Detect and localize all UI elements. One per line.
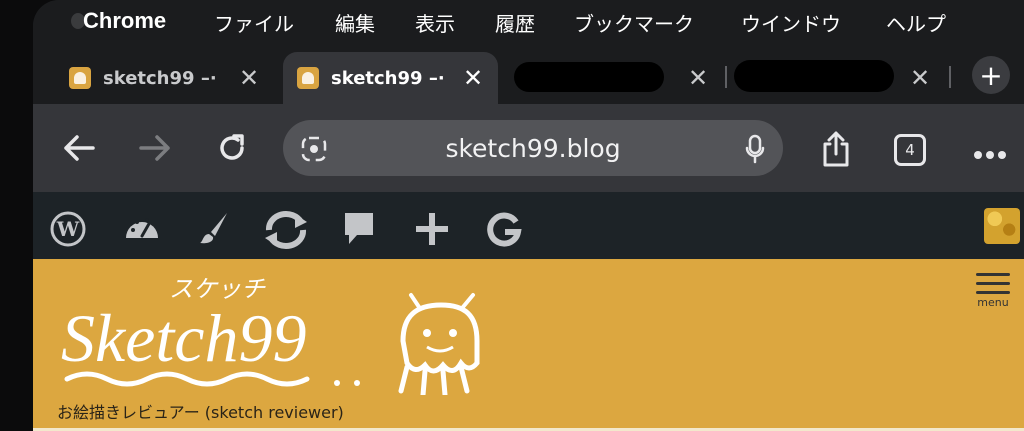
browser-window: Chrome ファイル 編集 表示 履歴 ブックマーク ウインドウ ヘルプ sk… [33,0,1024,431]
logo-text: Sketch99 [61,300,306,376]
hamburger-icon-bar [976,291,1010,294]
tab-separator [725,66,727,88]
microphone-icon[interactable] [745,134,765,170]
tab-redacted-2[interactable]: ✕ [728,52,968,104]
address-bar[interactable]: sketch99.blog [283,120,783,176]
site-header: スケッチ Sketch99 お絵描きレビュアー (sketch reviewer… [33,259,1024,431]
site-tagline: お絵描きレビュアー (sketch reviewer) [57,403,344,422]
share-icon[interactable] [820,130,852,174]
menu-history[interactable]: 履歴 [495,8,535,37]
jellyfish-mascot-icon [398,293,480,395]
menu-label: menu [977,296,1009,309]
wordpress-icon[interactable]: W [49,210,87,252]
svg-text:W: W [56,217,80,241]
url-text: sketch99.blog [445,134,621,163]
new-tab-button[interactable]: + [972,56,1010,94]
tab-close-icon[interactable]: ✕ [688,64,708,92]
tab-title: sketch99 –· [103,67,217,89]
tab-close-icon[interactable]: ✕ [463,64,483,92]
menu-window[interactable]: ウインドウ [741,8,841,37]
site-logo[interactable]: スケッチ Sketch99 [57,267,497,395]
customize-brush-icon[interactable] [197,210,233,250]
menu-view[interactable]: 表示 [415,8,455,37]
tab-sketch99-active[interactable]: sketch99 –· ✕ [283,52,498,104]
forward-arrow-icon[interactable] [139,134,171,168]
tab-close-icon[interactable]: ✕ [239,64,259,92]
reload-icon[interactable] [216,132,248,170]
menu-edit[interactable]: 編集 [335,8,375,37]
menu-bookmarks[interactable]: ブックマーク [574,8,694,37]
new-content-icon[interactable] [413,210,451,252]
tab-close-icon[interactable]: ✕ [910,64,930,92]
menu-file[interactable]: ファイル [214,8,294,37]
hamburger-icon-bar [976,282,1010,285]
tab-count-button[interactable]: 4 [894,134,926,166]
redacted-tab-title [514,62,664,92]
tab-title: sketch99 –· [331,67,445,89]
menu-bar: Chrome ファイル 編集 表示 履歴 ブックマーク ウインドウ ヘルプ [33,0,1024,44]
updates-icon[interactable] [261,210,311,254]
avatar[interactable] [984,208,1020,244]
google-icon[interactable] [485,210,523,252]
logo-kana: スケッチ [169,276,266,303]
more-options-icon[interactable] [973,136,1007,166]
dashboard-icon[interactable] [123,210,161,248]
tab-sketch99-1[interactable]: sketch99 –· ✕ [69,52,269,104]
tab-separator [949,66,951,88]
back-arrow-icon[interactable] [63,134,95,168]
tab-count-value: 4 [905,141,915,159]
menu-app-name[interactable]: Chrome [83,8,166,34]
tab-strip: sketch99 –· ✕ sketch99 –· ✕ ✕ ✕ + [33,44,1024,104]
comments-icon[interactable] [341,210,377,252]
wp-admin-bar: W [33,192,1024,259]
tab-redacted-1[interactable]: ✕ [508,52,723,104]
site-favicon-icon [69,67,91,89]
hamburger-menu-button[interactable]: menu [976,273,1010,309]
browser-toolbar: sketch99.blog 4 [33,104,1024,192]
menu-help[interactable]: ヘルプ [886,8,946,37]
redacted-tab-title [734,60,894,92]
hamburger-icon [976,273,1010,276]
site-favicon-icon [297,67,319,89]
